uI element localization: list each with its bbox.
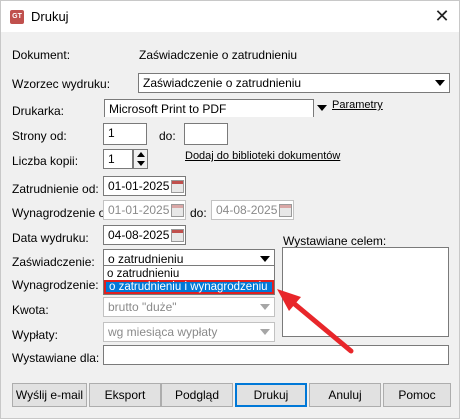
annotation-arrow-icon [277,289,354,354]
print-dialog: GT Drukuj ✕ Dokument: Zaświadczenie o za… [0,0,460,419]
